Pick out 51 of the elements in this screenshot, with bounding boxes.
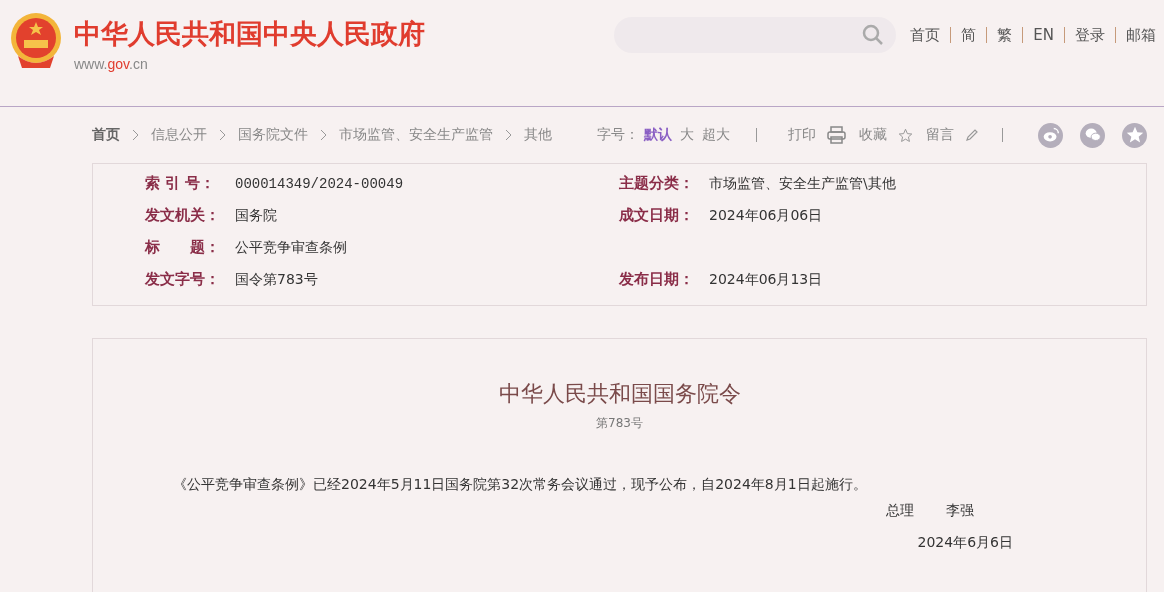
field-label: 主题分类： [619,174,695,193]
field-label: 发布日期： [619,270,695,289]
chevron-icon [219,129,226,141]
star-icon[interactable] [898,127,913,143]
font-size-option[interactable]: 默认 [644,126,672,144]
pencil-icon[interactable] [965,128,979,142]
chevron-icon [505,129,512,141]
field-value: 2024年06月06日 [709,207,823,225]
field-value: 000014349/2024-00049 [235,176,404,192]
document-date: 2024年6月6日 [917,534,1013,552]
field-value: 国令第783号 [235,271,318,289]
nav-link[interactable]: EN [1033,26,1054,44]
field-value: 公平竞争审查条例 [235,239,347,257]
nav-link[interactable]: 首页 [910,25,941,45]
field-value: 市场监管、安全生产监管\其他 [709,175,896,193]
field-label: 发文机关： [145,206,221,225]
action-link[interactable]: 留言 [926,126,954,144]
font-size-label: 字号： [597,126,639,144]
field-value: 2024年06月13日 [709,271,823,289]
font-size-option[interactable]: 超大 [702,126,730,144]
search-icon[interactable] [862,24,885,46]
action-link[interactable]: 收藏 [859,126,887,144]
nav-link[interactable]: 邮箱 [1126,25,1156,45]
breadcrumb-link[interactable]: 其他 [524,126,552,144]
signer-name: 李强 [946,502,974,520]
site-url: www.gov.cn [74,56,149,72]
action-link[interactable]: 打印 [788,126,816,144]
nav-link[interactable]: 登录 [1075,25,1105,45]
signer-title: 总理 [886,502,914,520]
field-value: 国务院 [235,207,277,225]
field-label: 成文日期： [619,206,695,225]
breadcrumb-link[interactable]: 国务院文件 [238,126,308,144]
breadcrumb-link[interactable]: 市场监管、安全生产监管 [339,126,493,144]
printer-icon[interactable] [827,126,846,144]
font-size-option[interactable]: 大 [680,126,694,144]
document-title: 中华人民共和国国务院令 [498,380,741,408]
nav-link[interactable]: 繁 [997,25,1013,45]
document-body: 《公平竞争审查条例》已经2024年5月11日国务院第32次常务会议通过，现予公布，自2024年8月1日起施行。 [173,476,868,494]
chevron-icon [320,129,327,141]
field-label: 标 题： [145,238,221,257]
breadcrumb-link[interactable]: 首页 [92,126,120,144]
site-title: 中华人民共和国中央人民政府 [74,17,425,51]
document-number: 第783号 [596,415,643,432]
search-field[interactable] [614,17,897,53]
field-label: 发文字号： [145,270,221,289]
field-label: 索 引 号： [145,174,217,193]
chevron-icon [132,129,139,141]
weibo-icon[interactable] [1038,122,1063,148]
wechat-icon[interactable] [1080,122,1105,148]
nav-link[interactable]: 简 [961,25,977,45]
breadcrumb-link[interactable]: 信息公开 [151,126,207,144]
